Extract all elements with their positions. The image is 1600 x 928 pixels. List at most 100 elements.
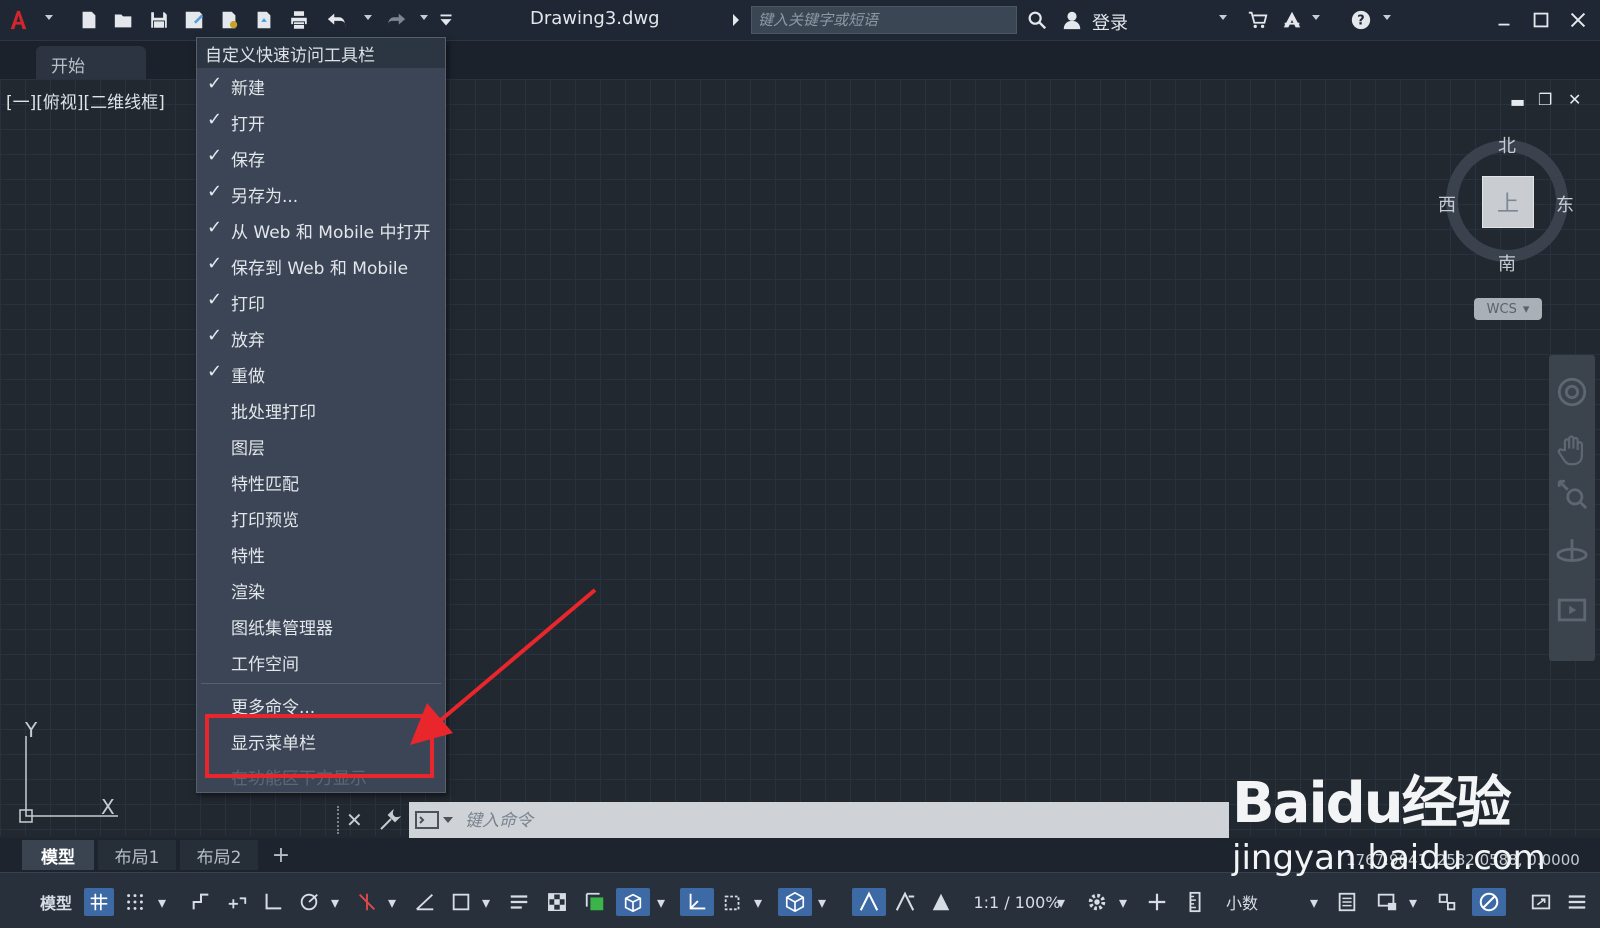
pan-hand-icon[interactable] bbox=[1555, 433, 1589, 467]
command-line[interactable] bbox=[409, 802, 1229, 840]
selection-filter-toggle[interactable] bbox=[718, 888, 748, 916]
lock-ui-button[interactable] bbox=[1372, 888, 1402, 916]
annotation-scale-button[interactable] bbox=[926, 888, 956, 916]
tab-model[interactable]: 模型 bbox=[22, 840, 94, 870]
menu-item-save-as[interactable]: ✓ 另存为... bbox=[197, 177, 445, 211]
units-caret-icon[interactable]: ▾ bbox=[1306, 888, 1322, 916]
3d-osnap-caret-icon[interactable]: ▾ bbox=[653, 888, 669, 916]
object-snap-toggle[interactable] bbox=[446, 888, 476, 916]
menu-item-properties[interactable]: 特性 bbox=[197, 537, 445, 571]
minimize-button[interactable] bbox=[1490, 6, 1518, 34]
menu-item-save-web-mobile[interactable]: ✓ 保存到 Web 和 Mobile bbox=[197, 249, 445, 283]
search-field[interactable] bbox=[751, 6, 1017, 34]
annotation-visibility-toggle[interactable] bbox=[852, 888, 886, 916]
snap-toggle[interactable] bbox=[120, 888, 150, 916]
annotation-monitor-toggle[interactable] bbox=[1142, 888, 1172, 916]
compass-south[interactable]: 南 bbox=[1498, 250, 1516, 276]
units-button[interactable] bbox=[1182, 888, 1208, 916]
search-button[interactable] bbox=[1023, 6, 1051, 34]
viewport-minimize-icon[interactable]: ▬ bbox=[1510, 92, 1525, 111]
expand-search-icon[interactable] bbox=[733, 14, 739, 26]
gizmo-toggle[interactable] bbox=[778, 888, 812, 916]
object-snap-caret-icon[interactable]: ▾ bbox=[478, 888, 494, 916]
maximize-button[interactable] bbox=[1527, 6, 1555, 34]
workspace-caret-icon[interactable]: ▾ bbox=[1115, 888, 1131, 916]
redo-caret-icon[interactable] bbox=[420, 15, 428, 20]
dynamic-input-toggle[interactable] bbox=[222, 888, 252, 916]
transparency-toggle[interactable] bbox=[542, 888, 572, 916]
gizmo-caret-icon[interactable]: ▾ bbox=[814, 888, 830, 916]
command-customize-wrench-icon[interactable] bbox=[378, 808, 402, 832]
tab-layout2[interactable]: 布局2 bbox=[180, 840, 258, 870]
command-grip[interactable] bbox=[337, 806, 339, 834]
clean-screen-button[interactable] bbox=[1526, 888, 1556, 916]
workspace-switch-button[interactable] bbox=[1082, 888, 1112, 916]
compass-west[interactable]: 西 bbox=[1438, 191, 1456, 217]
command-prompt-icon[interactable] bbox=[415, 810, 439, 830]
tab-layout1[interactable]: 布局1 bbox=[98, 840, 176, 870]
customize-qat-button[interactable] bbox=[432, 6, 460, 34]
redo-button[interactable] bbox=[382, 6, 410, 34]
open-web-button[interactable] bbox=[215, 6, 243, 34]
ortho-toggle[interactable] bbox=[258, 888, 288, 916]
menu-item-save[interactable]: ✓ 保存 bbox=[197, 141, 445, 175]
undo-button[interactable] bbox=[323, 6, 351, 34]
polar-caret-icon[interactable]: ▾ bbox=[327, 888, 343, 916]
infer-constraints-toggle[interactable] bbox=[186, 888, 216, 916]
orbit-icon[interactable] bbox=[1555, 535, 1589, 569]
compass-east[interactable]: 东 bbox=[1556, 191, 1574, 217]
units-value[interactable]: 小数 bbox=[1212, 888, 1272, 916]
customize-statusbar-button[interactable] bbox=[1562, 888, 1592, 916]
menu-item-undo[interactable]: ✓ 放弃 bbox=[197, 321, 445, 355]
menu-item-layers[interactable]: 图层 bbox=[197, 429, 445, 463]
scale-caret-icon[interactable]: ▾ bbox=[1053, 888, 1069, 916]
grid-toggle[interactable] bbox=[84, 888, 114, 916]
lineweight-toggle[interactable] bbox=[504, 888, 534, 916]
app-menu-caret-icon[interactable] bbox=[45, 15, 53, 20]
search-input[interactable] bbox=[752, 7, 1016, 33]
open-button[interactable] bbox=[110, 6, 138, 34]
save-as-button[interactable] bbox=[180, 6, 208, 34]
3d-osnap-toggle[interactable] bbox=[616, 888, 650, 916]
viewport-close-icon[interactable]: ✕ bbox=[1568, 90, 1581, 109]
menu-item-plot[interactable]: ✓ 打印 bbox=[197, 285, 445, 319]
quick-properties-toggle[interactable] bbox=[1332, 888, 1362, 916]
login-link[interactable]: 登录 bbox=[1092, 9, 1128, 35]
menu-item-plot-preview[interactable]: 打印预览 bbox=[197, 501, 445, 535]
login-caret-icon[interactable] bbox=[1219, 15, 1227, 20]
save-web-button[interactable] bbox=[250, 6, 278, 34]
app-menu-button[interactable] bbox=[4, 6, 32, 34]
selection-filter-caret-icon[interactable]: ▾ bbox=[750, 888, 766, 916]
help-caret-icon[interactable] bbox=[1383, 15, 1391, 20]
hardware-acceleration-toggle[interactable] bbox=[1472, 888, 1506, 916]
steering-wheel-icon[interactable] bbox=[1555, 375, 1589, 409]
auto-scale-toggle[interactable] bbox=[890, 888, 920, 916]
selection-cycling-toggle[interactable] bbox=[580, 888, 610, 916]
store-button[interactable] bbox=[1244, 6, 1272, 34]
snap-caret-icon[interactable]: ▾ bbox=[154, 888, 170, 916]
polar-toggle[interactable] bbox=[294, 888, 324, 916]
showmotion-icon[interactable] bbox=[1555, 593, 1589, 627]
menu-item-match-properties[interactable]: 特性匹配 bbox=[197, 465, 445, 499]
command-close-icon[interactable]: ✕ bbox=[346, 808, 363, 832]
isolate-objects-button[interactable] bbox=[1432, 888, 1462, 916]
menu-item-open[interactable]: ✓ 打开 bbox=[197, 105, 445, 139]
plot-button[interactable] bbox=[285, 6, 313, 34]
command-input[interactable] bbox=[463, 802, 1167, 840]
dynamic-ucs-toggle[interactable] bbox=[680, 888, 714, 916]
model-space-toggle[interactable]: 模型 bbox=[34, 888, 78, 916]
menu-item-open-web-mobile[interactable]: ✓ 从 Web 和 Mobile 中打开 bbox=[197, 213, 445, 247]
menu-item-new[interactable]: ✓ 新建 bbox=[197, 69, 445, 103]
command-history-caret-icon[interactable] bbox=[443, 817, 453, 823]
zoom-extents-icon[interactable] bbox=[1555, 477, 1589, 511]
user-avatar[interactable] bbox=[1058, 6, 1086, 34]
undo-caret-icon[interactable] bbox=[364, 15, 372, 20]
autodesk-app-button[interactable] bbox=[1278, 6, 1306, 34]
new-button[interactable] bbox=[75, 6, 103, 34]
menu-item-batch-plot[interactable]: 批处理打印 bbox=[197, 393, 445, 427]
app-caret-icon[interactable] bbox=[1312, 15, 1320, 20]
save-button[interactable] bbox=[145, 6, 173, 34]
wcs-menu[interactable]: WCS ▾ bbox=[1474, 298, 1542, 320]
object-snap-tracking-toggle[interactable] bbox=[410, 888, 440, 916]
menu-item-redo[interactable]: ✓ 重做 bbox=[197, 357, 445, 391]
